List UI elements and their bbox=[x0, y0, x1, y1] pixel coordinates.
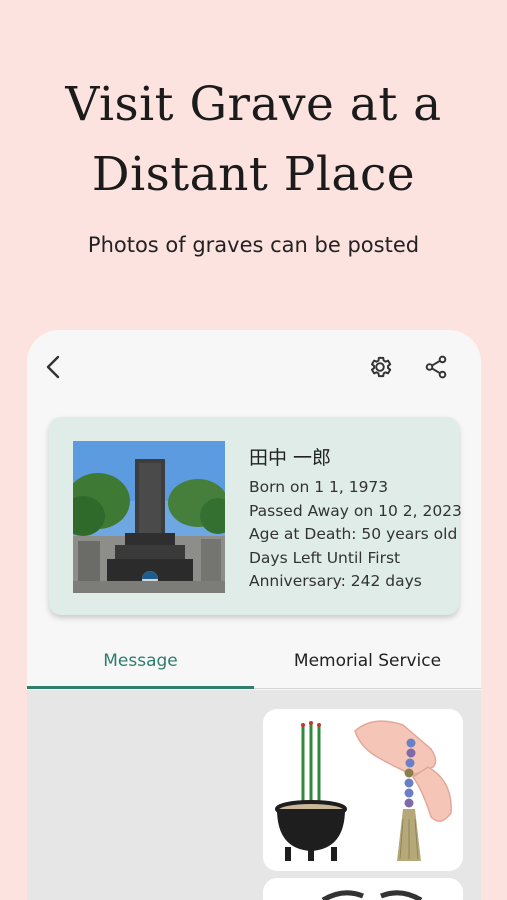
top-app-bar bbox=[27, 330, 481, 405]
incense-offering-card[interactable] bbox=[263, 709, 463, 871]
tab-memorial-service[interactable]: Memorial Service bbox=[254, 640, 481, 688]
born-date: Born on 1 1, 1973 bbox=[249, 478, 389, 496]
message-card[interactable] bbox=[263, 878, 463, 900]
share-button[interactable] bbox=[421, 352, 451, 382]
headline-line-2: Distant Place bbox=[91, 147, 416, 202]
gear-icon bbox=[371, 356, 392, 378]
deceased-name: 田中 一郎 bbox=[249, 447, 332, 469]
settings-button[interactable] bbox=[365, 352, 395, 382]
tab-bar: Message Memorial Service bbox=[27, 640, 481, 690]
chevron-left-icon bbox=[46, 355, 60, 379]
grave-photo[interactable] bbox=[73, 441, 225, 593]
grave-photo-image bbox=[73, 441, 225, 593]
passed-date: Passed Away on 10 2, 2023 bbox=[249, 501, 462, 520]
share-icon bbox=[425, 355, 447, 379]
days-left-line-2: Anniversary: 242 days bbox=[249, 572, 422, 590]
phone-screen: 田中 一郎 Born on 1 1, 1973 Passed Away on 1… bbox=[27, 330, 481, 900]
incense-and-prayer-beads-illustration bbox=[275, 720, 452, 861]
deceased-profile-card[interactable]: 田中 一郎 Born on 1 1, 1973 Passed Away on 1… bbox=[49, 417, 462, 615]
message-feed bbox=[27, 690, 481, 900]
promo-headline: Visit Grave at a Distant Place bbox=[0, 70, 507, 210]
message-card-preview bbox=[321, 890, 423, 900]
days-left-line-1: Days Left Until First bbox=[249, 548, 401, 567]
tab-message[interactable]: Message bbox=[27, 640, 254, 688]
back-button[interactable] bbox=[39, 352, 69, 382]
profile-info: 田中 一郎 Born on 1 1, 1973 Passed Away on 1… bbox=[249, 443, 462, 594]
active-tab-indicator bbox=[27, 686, 254, 689]
headline-line-1: Visit Grave at a bbox=[65, 77, 442, 132]
promo-subtitle: Photos of graves can be posted bbox=[87, 233, 420, 257]
age-at-death: Age at Death: 50 years old bbox=[249, 525, 458, 543]
